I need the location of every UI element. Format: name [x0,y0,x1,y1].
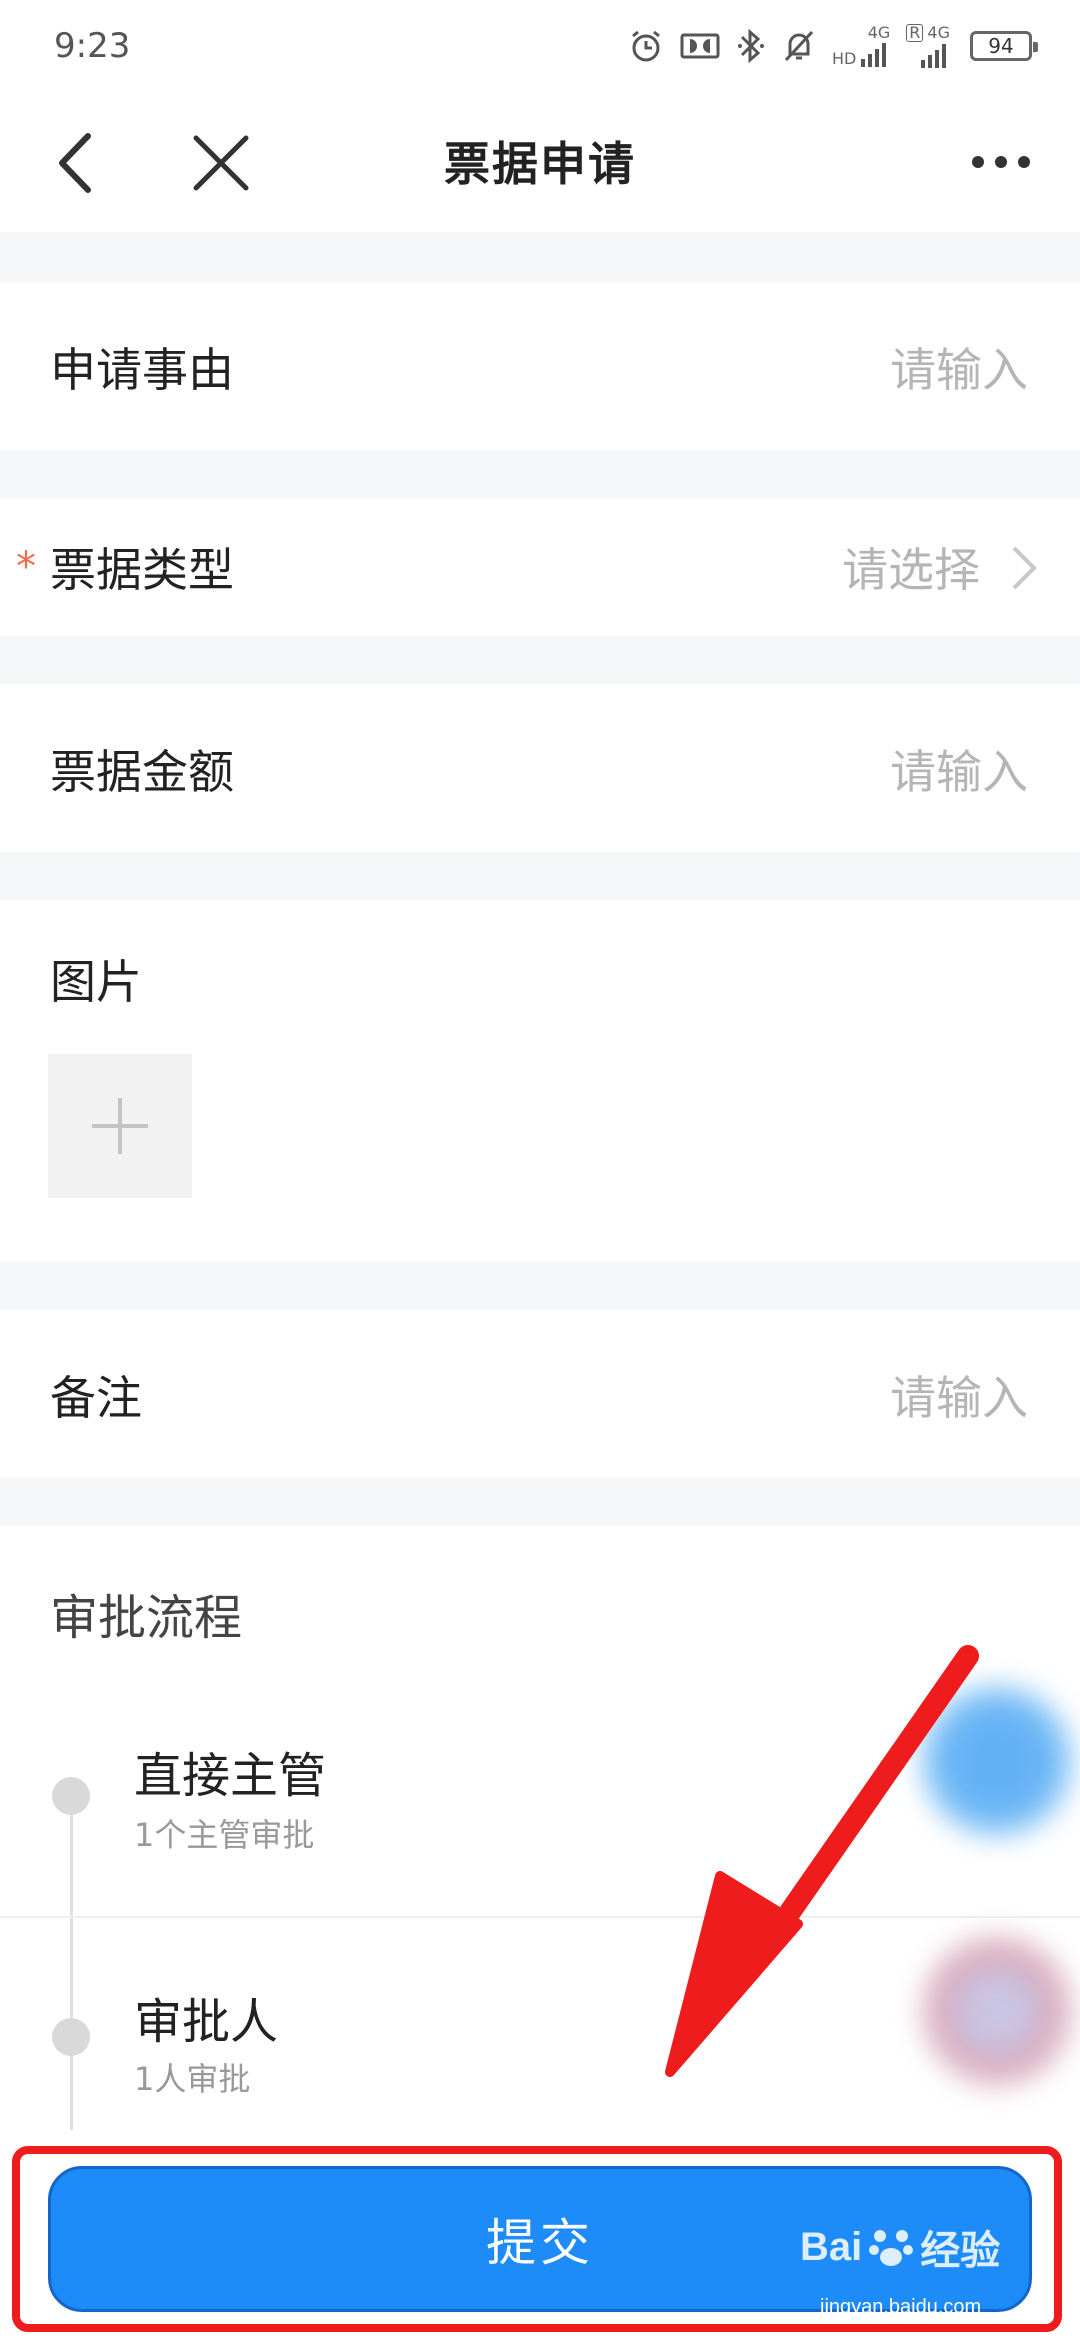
signal-icon-2 [921,44,946,68]
battery-icon: 94 [970,31,1038,61]
type-select[interactable]: 请选择 [842,534,980,600]
remark-label: 备注 [50,1371,142,1425]
approver-avatar[interactable] [922,1686,1072,1836]
images-label: 图片 [50,955,142,1009]
watermark-brand: Bai [800,2224,863,2269]
step-name: 审批人 [134,1994,279,2050]
alarm-icon [632,30,660,62]
plus-icon [92,1098,148,1154]
roaming-label: R [906,24,924,42]
add-image-button[interactable] [48,1054,192,1198]
step-desc: 1个主管审批 [134,1816,315,1854]
status-bar: 9:23 4G HD R 4G 94 [0,0,1080,92]
remark-input[interactable]: 请输入 [890,1362,1028,1428]
watermark-brand-end: 经验 [920,2229,1001,2273]
approver-avatar[interactable] [922,1936,1072,2086]
battery-level: 94 [988,34,1014,58]
type-row[interactable]: * 票据类型 请选择 [0,498,1080,636]
images-section: 图片 [0,900,1080,1262]
signal-group-1: 4G HD [832,25,890,67]
type-label: 票据类型 [50,543,234,597]
signal-icon [861,43,887,67]
approval-title: 审批流程 [50,1590,243,1646]
baidu-watermark: Bai 经验 [800,2218,1000,2276]
step-desc: 1人审批 [134,2060,251,2098]
nav-bar: 票据申请 [0,92,1080,232]
amount-input[interactable]: 请输入 [890,736,1028,802]
required-mark: * [16,544,36,590]
reason-row[interactable]: 申请事由 请输入 [0,282,1080,450]
signal-group-2: R 4G [906,24,950,68]
chevron-right-icon [1012,546,1037,590]
hd-label: HD [831,49,857,68]
paw-icon [869,2230,914,2266]
page-title: 票据申请 [444,137,636,191]
amount-row[interactable]: 票据金额 请输入 [0,684,1080,852]
more-icon[interactable] [970,152,1032,172]
timeline-dot [52,1777,90,1815]
bluetooth-icon [737,28,764,64]
amount-label: 票据金额 [50,745,234,799]
mute-bell-icon [784,30,814,62]
step-name: 直接主管 [134,1748,327,1804]
step-divider [0,1916,1080,1918]
reason-input[interactable]: 请输入 [890,334,1028,400]
watermark-site: jingyan.baidu.com [820,2296,982,2318]
status-time: 9:23 [54,26,131,66]
approval-section: 审批流程 直接主管 1个主管审批 审批人 1人审批 [0,1526,1080,2256]
dolby-icon [680,33,720,59]
network-label-2: 4G [927,23,950,42]
timeline-dot [52,2018,90,2056]
remark-row[interactable]: 备注 请输入 [0,1310,1080,1478]
status-icons: 4G HD R 4G 94 [628,22,1038,70]
network-label-1: 4G [867,23,891,42]
reason-label: 申请事由 [50,343,234,397]
